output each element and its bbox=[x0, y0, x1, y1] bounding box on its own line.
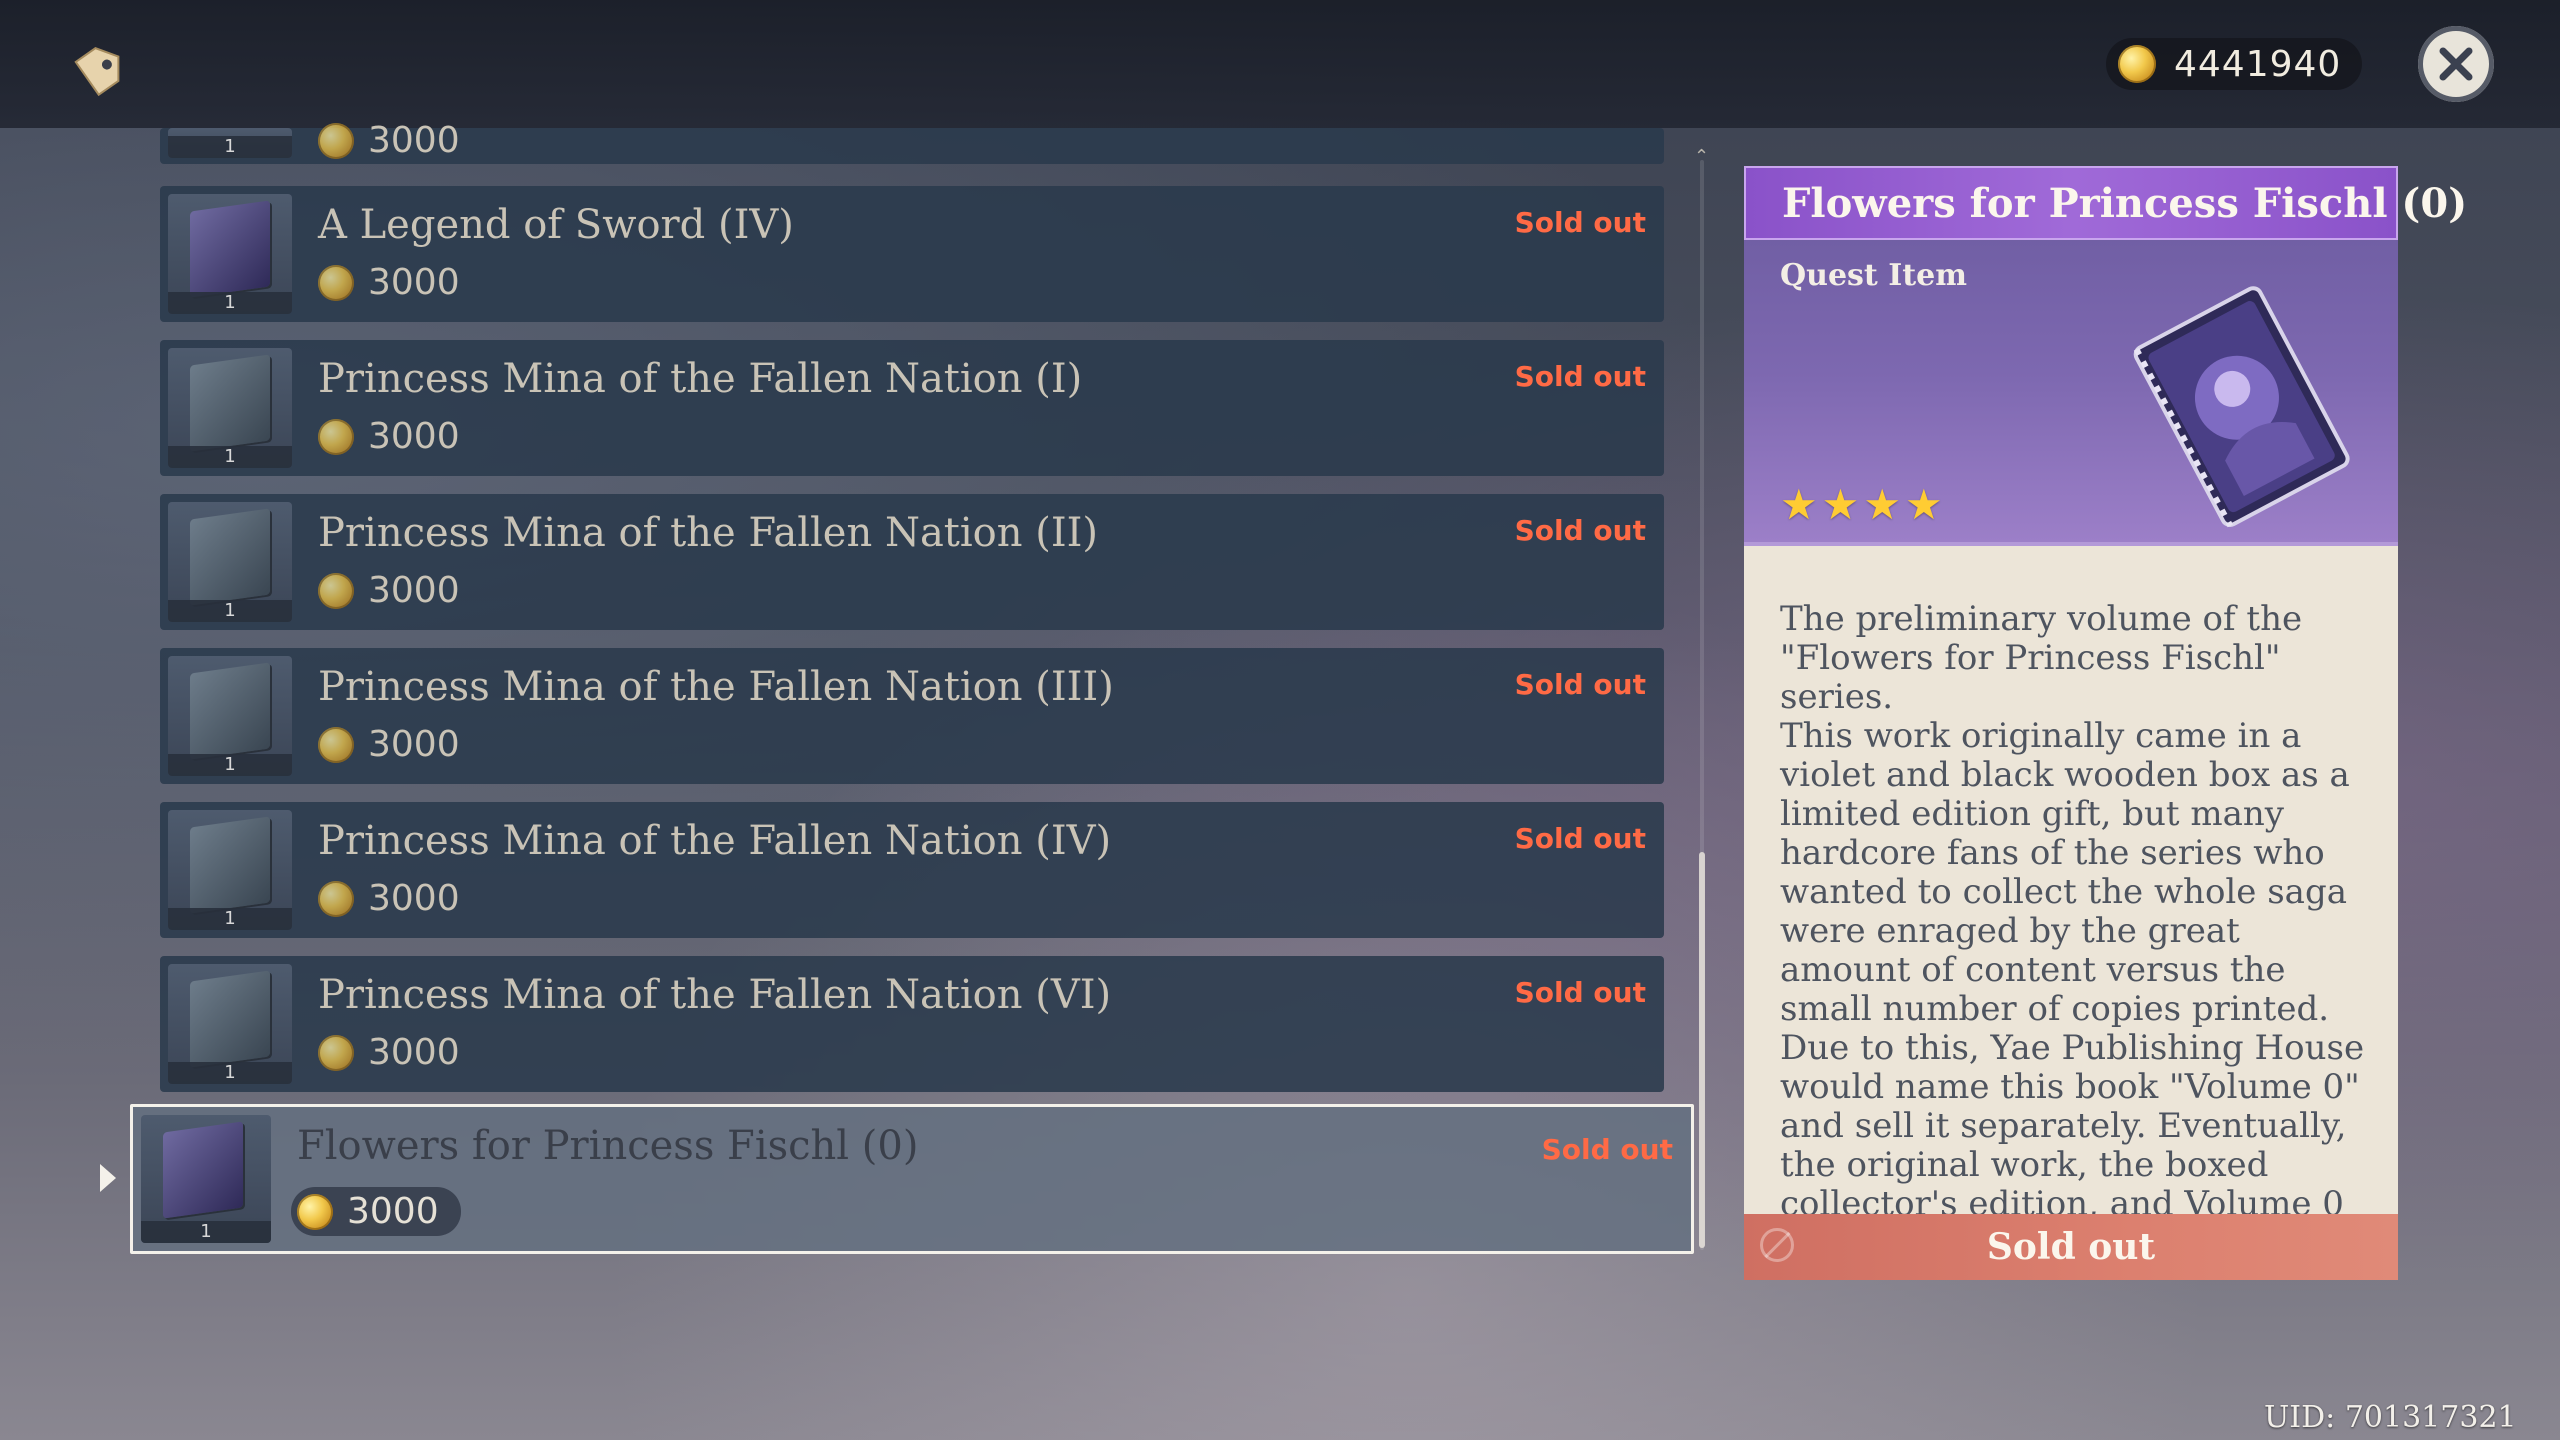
item-title: Princess Mina of the Fallen Nation (II) bbox=[318, 510, 1099, 556]
star-icon: ★ bbox=[1863, 480, 1901, 529]
sold-out-label: Sold out bbox=[1514, 668, 1646, 701]
item-count: 1 bbox=[168, 1062, 292, 1084]
book-icon bbox=[163, 1121, 243, 1219]
book-icon bbox=[190, 508, 270, 606]
sold-out-label: Sold out bbox=[1514, 822, 1646, 855]
item-price-value: 3000 bbox=[368, 1032, 460, 1073]
mora-coin-icon bbox=[318, 880, 354, 917]
book-icon bbox=[190, 662, 270, 760]
star-icon: ★ bbox=[1780, 480, 1818, 529]
item-title: Princess Mina of the Fallen Nation (IV) bbox=[318, 818, 1112, 864]
item-thumbnail: 1 bbox=[168, 194, 292, 314]
item-price: 3000 bbox=[318, 1032, 460, 1073]
currency-display: 4441940 bbox=[2106, 38, 2362, 90]
item-count: 1 bbox=[168, 292, 292, 314]
item-count: 1 bbox=[168, 136, 292, 158]
item-title: Flowers for Princess Fischl (0) bbox=[297, 1123, 919, 1169]
scrollbar-thumb[interactable] bbox=[1699, 852, 1705, 1248]
sold-out-label: Sold out bbox=[1514, 514, 1646, 547]
item-count: 1 bbox=[168, 908, 292, 930]
item-count: 1 bbox=[168, 600, 292, 622]
item-price: 3000 bbox=[318, 570, 460, 611]
item-title: Princess Mina of the Fallen Nation (VI) bbox=[318, 972, 1112, 1018]
item-count: 1 bbox=[141, 1221, 271, 1243]
list-item[interactable]: 1 Princess Mina of the Fallen Nation (I)… bbox=[160, 340, 1664, 476]
item-thumbnail: 1 bbox=[168, 128, 292, 158]
mora-coin-icon bbox=[318, 122, 354, 159]
item-title: Princess Mina of the Fallen Nation (III) bbox=[318, 664, 1114, 710]
mora-coin-icon bbox=[318, 726, 354, 763]
star-icon: ★ bbox=[1821, 480, 1860, 529]
item-detail-panel: Flowers for Princess Fischl (0) Quest It… bbox=[1744, 166, 2467, 1280]
sold-out-label: Sold out bbox=[1541, 1133, 1673, 1166]
item-price: 3000 bbox=[318, 416, 460, 457]
shop-item-list[interactable]: 1 3000 1 A Legend of Sword (IV) 3000 Sol… bbox=[0, 0, 1709, 1440]
item-type: Quest Item bbox=[1780, 258, 1967, 293]
item-title: A Legend of Sword (IV) bbox=[318, 202, 794, 248]
item-thumbnail: 1 bbox=[168, 964, 292, 1084]
list-item-selected[interactable]: 1 Flowers for Princess Fischl (0) 3000 S… bbox=[130, 1104, 1694, 1254]
list-item[interactable]: 1 Princess Mina of the Fallen Nation (IV… bbox=[160, 802, 1664, 938]
item-price-value: 3000 bbox=[368, 120, 460, 161]
item-count: 1 bbox=[168, 754, 292, 776]
item-price-value: 3000 bbox=[347, 1191, 439, 1232]
sold-out-label: Sold out bbox=[1514, 976, 1646, 1009]
sold-out-label: Sold out bbox=[1514, 206, 1646, 239]
item-thumbnail: 1 bbox=[168, 656, 292, 776]
list-item[interactable]: 1 Princess Mina of the Fallen Nation (VI… bbox=[160, 956, 1664, 1092]
rarity-stars: ★ ★ ★ ★ bbox=[1780, 480, 1947, 529]
item-thumbnail: 1 bbox=[168, 348, 292, 468]
item-price-value: 3000 bbox=[368, 724, 460, 765]
item-title: Princess Mina of the Fallen Nation (I) bbox=[318, 356, 1083, 402]
mora-coin-icon bbox=[297, 1193, 333, 1230]
list-item[interactable]: 1 3000 bbox=[160, 120, 1664, 164]
item-thumbnail: 1 bbox=[168, 810, 292, 930]
item-count: 1 bbox=[168, 446, 292, 468]
description-paragraph: Due to this, Yae Publishing House would … bbox=[1780, 1028, 2365, 1215]
mora-coin-icon bbox=[318, 264, 354, 301]
book-icon bbox=[190, 200, 270, 298]
mora-coin-icon bbox=[318, 1034, 354, 1071]
item-price-value: 3000 bbox=[368, 416, 460, 457]
book-icon bbox=[2133, 286, 2350, 528]
mora-coin-icon bbox=[318, 418, 354, 455]
mora-coin-icon bbox=[2118, 45, 2156, 83]
item-price: 3000 bbox=[318, 262, 460, 303]
player-uid: UID: 701317321 bbox=[2264, 1400, 2517, 1435]
item-price: 3000 bbox=[318, 724, 460, 765]
item-price-value: 3000 bbox=[368, 570, 460, 611]
item-thumbnail: 1 bbox=[168, 502, 292, 622]
book-icon bbox=[190, 816, 270, 914]
item-price-value: 3000 bbox=[368, 262, 460, 303]
item-price: 3000 bbox=[318, 120, 460, 161]
sold-out-label: Sold out bbox=[1514, 360, 1646, 393]
list-item[interactable]: 1 Princess Mina of the Fallen Nation (II… bbox=[160, 494, 1664, 630]
mora-coin-icon bbox=[318, 572, 354, 609]
star-icon: ★ bbox=[1904, 480, 1943, 529]
description-paragraph: This work originally came in a violet an… bbox=[1780, 716, 2350, 1029]
detail-title: Flowers for Princess Fischl (0) bbox=[1782, 180, 2468, 227]
sold-out-button[interactable]: Sold out bbox=[1744, 1214, 2398, 1280]
detail-title-bar: Flowers for Princess Fischl (0) bbox=[1744, 166, 2467, 240]
sold-out-button-label: Sold out bbox=[1986, 1226, 2156, 1268]
item-price: 3000 bbox=[291, 1187, 461, 1236]
selection-arrow-icon bbox=[100, 1164, 116, 1192]
item-thumbnail: 1 bbox=[141, 1115, 271, 1243]
item-description: The preliminary volume of the "Flowers f… bbox=[1780, 599, 2370, 1215]
detail-header: Flowers for Princess Fischl (0) Quest It… bbox=[1744, 166, 2467, 546]
close-button[interactable] bbox=[2418, 26, 2494, 102]
description-paragraph: The preliminary volume of the "Flowers f… bbox=[1780, 599, 2303, 717]
close-icon bbox=[2439, 47, 2473, 81]
book-icon bbox=[190, 970, 270, 1068]
item-price: 3000 bbox=[318, 878, 460, 919]
list-item[interactable]: 1 Princess Mina of the Fallen Nation (II… bbox=[160, 648, 1664, 784]
item-price-value: 3000 bbox=[368, 878, 460, 919]
book-icon bbox=[190, 354, 270, 452]
currency-amount: 4441940 bbox=[2174, 43, 2342, 85]
list-item[interactable]: 1 A Legend of Sword (IV) 3000 Sold out bbox=[160, 186, 1664, 322]
detail-description-area[interactable]: The preliminary volume of the "Flowers f… bbox=[1744, 546, 2398, 1214]
